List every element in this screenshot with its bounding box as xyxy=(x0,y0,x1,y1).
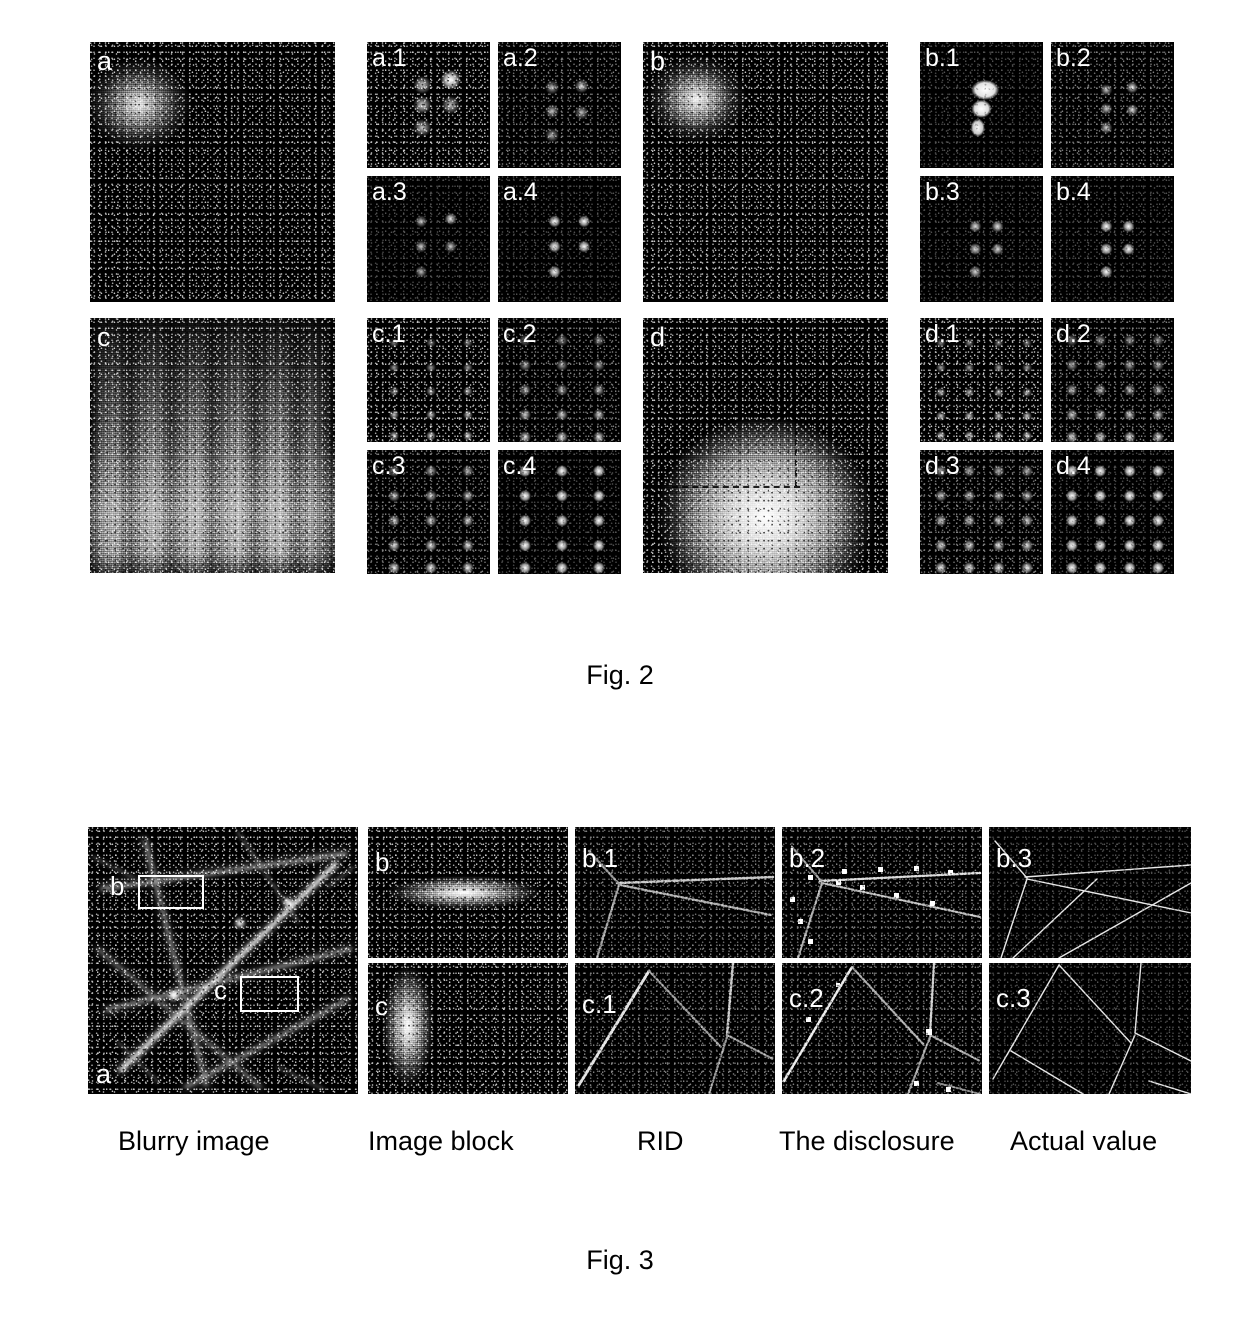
fig2-panel-d-main: d xyxy=(643,318,888,573)
fig3-panel-c1-rid: c.1 xyxy=(575,963,775,1094)
fig3-panel-b3-label: b.3 xyxy=(996,843,1033,873)
fig2-subpanel-a1: a.1 xyxy=(367,42,490,168)
fig2-panel-a-label: a xyxy=(97,46,113,76)
fig2-subpanel-c1: c.1 xyxy=(367,318,490,442)
fig2-subpanel-c2: c.2 xyxy=(498,318,621,442)
fig3-panel-b2-disclosure: b.2 xyxy=(782,827,982,958)
fig2-subpanel-c4: c.4 xyxy=(498,450,621,574)
fig3-column-label-actual-value: Actual value xyxy=(1010,1126,1158,1156)
fig2-subpanel-c1-label: c.1 xyxy=(372,320,406,348)
fig3-roi-box-b xyxy=(138,875,204,909)
fig2-subpanel-d2: d.2 xyxy=(1051,318,1174,442)
fig3-panel-c2-disclosure: c.2 xyxy=(782,963,982,1094)
fig2-subpanel-d1: d.1 xyxy=(920,318,1043,442)
fig2-subpanel-b4: b.4 xyxy=(1051,176,1174,302)
fig2-panel-b-main: b xyxy=(643,42,888,302)
fig3-panel-c3-actual: c.3 xyxy=(989,963,1191,1094)
fig2-subpanel-b3: b.3 xyxy=(920,176,1043,302)
fig2-panel-a-main: a xyxy=(90,42,335,302)
fig2-subpanel-d2-label: d.2 xyxy=(1056,320,1091,348)
fig3-panel-a-label: a xyxy=(96,1059,112,1089)
fig3-roi-label-c: c xyxy=(214,975,227,1005)
fig2-subpanel-b1-label: b.1 xyxy=(925,44,960,72)
fig3-panel-c3-label: c.3 xyxy=(996,983,1031,1013)
fig2-subpanel-b1: b.1 xyxy=(920,42,1043,168)
fig2-subpanel-b4-label: b.4 xyxy=(1056,178,1091,206)
fig2-subpanel-a3: a.3 xyxy=(367,176,490,302)
fig3-column-label-the-disclosure: The disclosure xyxy=(779,1126,955,1156)
fig3-panel-b1-label: b.1 xyxy=(582,843,619,873)
figure-3-caption: Fig. 3 xyxy=(586,1245,654,1275)
fig3-roi-label-b: b xyxy=(110,871,125,901)
fig2-subpanel-b3-label: b.3 xyxy=(925,178,960,206)
fig2-panel-c-label: c xyxy=(97,322,111,352)
fig3-column-label-rid: RID xyxy=(637,1126,684,1156)
fig3-column-label-image-block: Image block xyxy=(368,1126,514,1156)
fig3-roi-box-c xyxy=(240,976,299,1012)
fig2-subpanel-a1-label: a.1 xyxy=(372,44,407,72)
fig2-subpanel-b2-label: b.2 xyxy=(1056,44,1091,72)
fig2-panel-c-main: c xyxy=(90,318,335,573)
fig2-subpanel-d3-label: d.3 xyxy=(925,452,960,480)
fig3-panel-c-label: c xyxy=(375,991,388,1021)
fig3-column-label-blurry-image: Blurry image xyxy=(118,1126,270,1156)
fig3-panel-b1-rid: b.1 xyxy=(575,827,775,958)
fig2-subpanel-c3-label: c.3 xyxy=(372,452,406,480)
fig3-panel-b-label: b xyxy=(375,847,390,877)
fig2-subpanel-d4-label: d.4 xyxy=(1056,452,1091,480)
fig2-panel-d-label: d xyxy=(650,322,666,352)
fig3-panel-a-overview: b c a xyxy=(88,827,358,1094)
fig3-panel-b2-label: b.2 xyxy=(789,843,826,873)
fig2-subpanel-a2-label: a.2 xyxy=(503,44,538,72)
fig2-subpanel-d3: d.3 xyxy=(920,450,1043,574)
fig2-subpanel-c4-label: c.4 xyxy=(503,452,537,480)
fig2-panel-b-label: b xyxy=(650,46,666,76)
fig3-panel-c1-label: c.1 xyxy=(582,989,617,1019)
fig2-subpanel-c3: c.3 xyxy=(367,450,490,574)
fig2-subpanel-a4: a.4 xyxy=(498,176,621,302)
fig3-panel-b-block: b xyxy=(368,827,568,958)
fig3-panel-b3-actual: b.3 xyxy=(989,827,1191,958)
fig3-panel-c-block: c xyxy=(368,963,568,1094)
fig2-subpanel-a2: a.2 xyxy=(498,42,621,168)
fig2-subpanel-b2: b.2 xyxy=(1051,42,1174,168)
fig2-subpanel-d1-label: d.1 xyxy=(925,320,960,348)
fig3-panel-c2-label: c.2 xyxy=(789,983,824,1013)
fig2-subpanel-a4-label: a.4 xyxy=(503,178,538,206)
fig2-subpanel-d4: d.4 xyxy=(1051,450,1174,574)
fig2-subpanel-c2-label: c.2 xyxy=(503,320,537,348)
fig2-subpanel-a3-label: a.3 xyxy=(372,178,407,206)
